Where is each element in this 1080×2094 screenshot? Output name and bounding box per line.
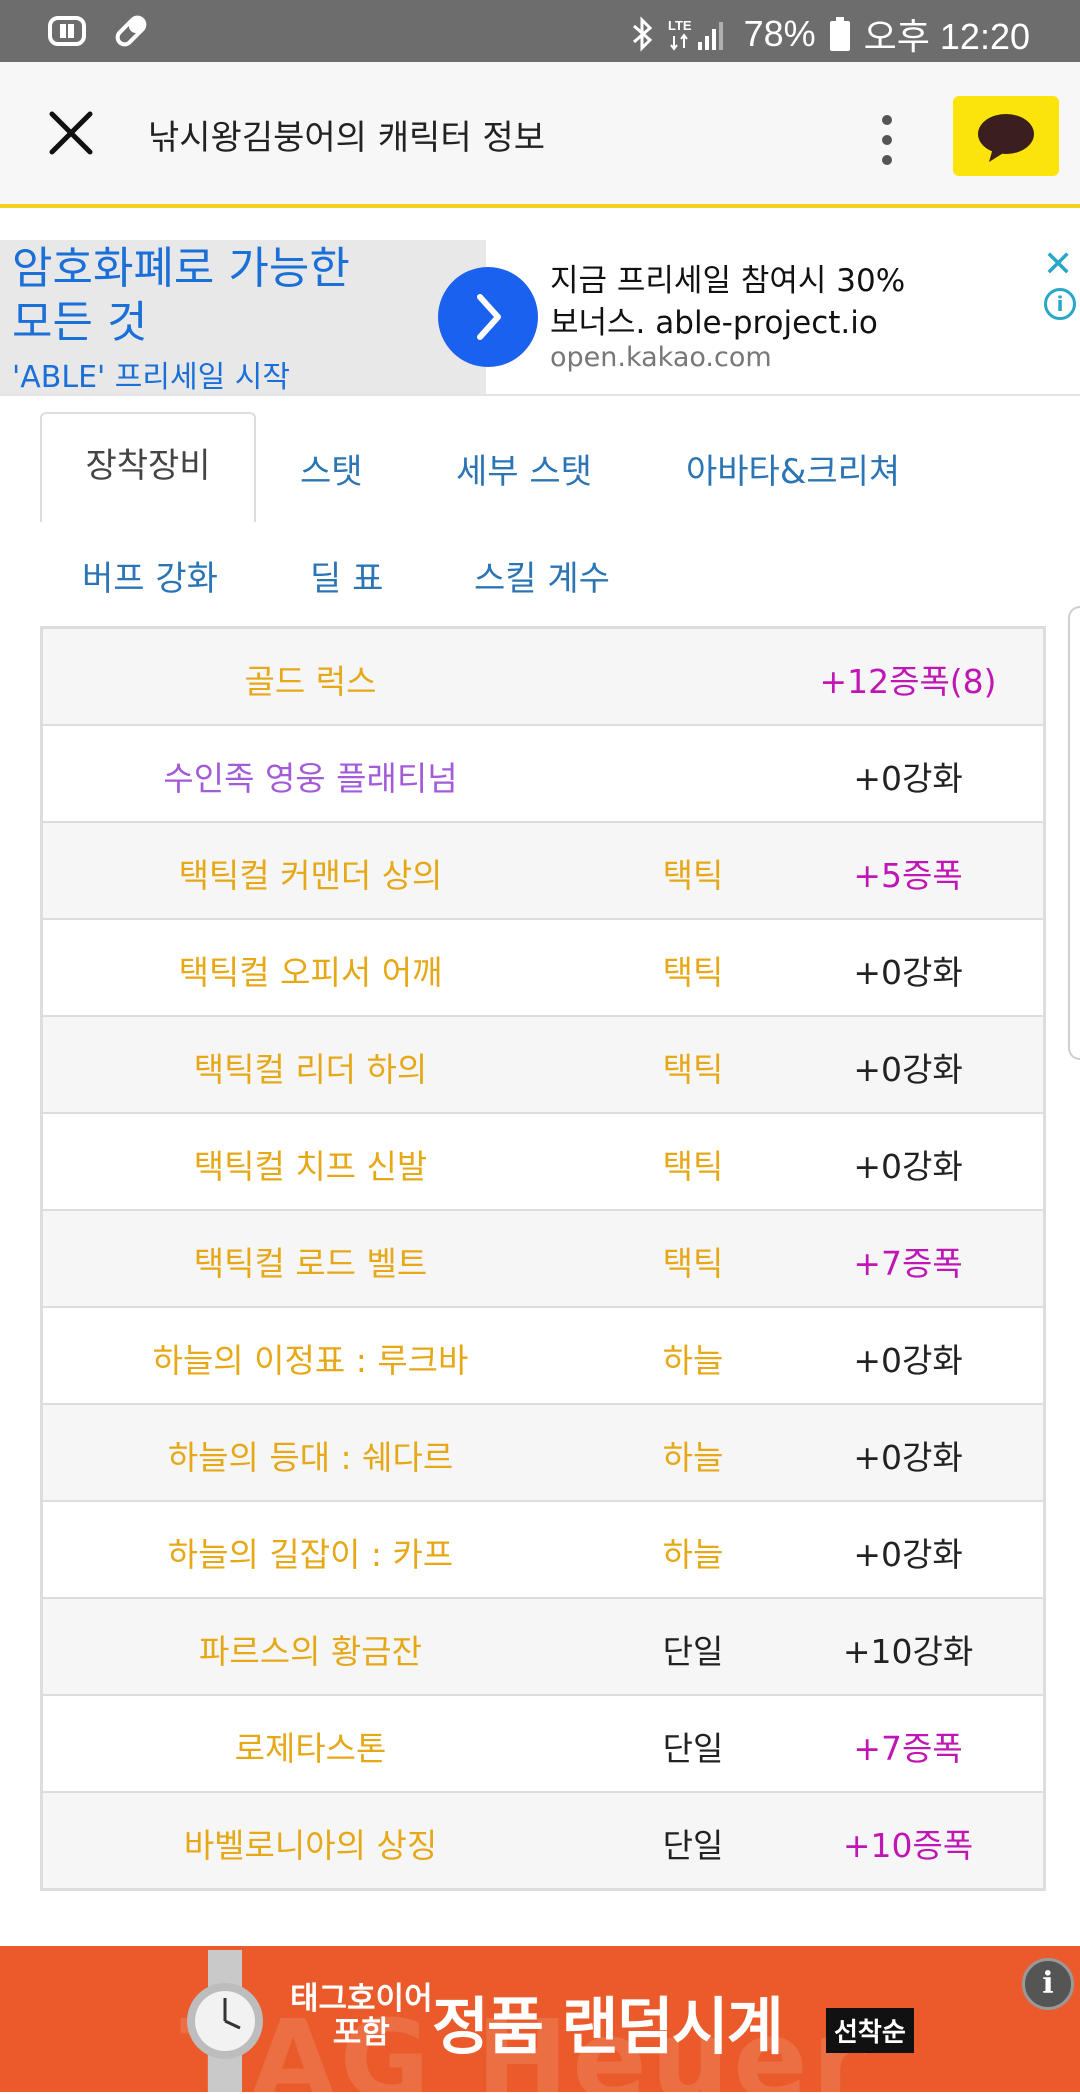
item-enhancement: +7증폭 xyxy=(853,1729,963,1768)
watch-icon xyxy=(187,1950,263,2092)
ad-banner[interactable]: 암호화폐로 가능한 모든 것 'ABLE' 프리세일 시작 지금 프리세일 참여… xyxy=(0,240,1080,396)
item-name[interactable]: 택틱컬 리더 하의 xyxy=(43,1043,578,1091)
item-set: 택틱 xyxy=(662,1147,724,1186)
item-set: 단일 xyxy=(662,1729,724,1768)
item-enhancement: +0강화 xyxy=(853,953,963,992)
status-bar: LTE 78% 오후 12:20 xyxy=(0,0,1080,62)
item-enhancement: +5증폭 xyxy=(853,856,963,895)
ad-subline: 'ABLE' 프리세일 시작 xyxy=(12,360,290,395)
item-enhancement: +0강화 xyxy=(853,759,963,798)
item-enhancement: +0강화 xyxy=(853,1535,963,1574)
equipment-table: 골드 럭스 +12증폭(8) 수인족 영웅 플래티넘 +0강화 택틱컬 커맨더 … xyxy=(40,626,1046,1891)
table-row: 택틱컬 치프 신발 택틱 +0강화 xyxy=(43,1114,1043,1211)
item-set: 택틱 xyxy=(662,856,724,895)
table-row: 수인족 영웅 플래티넘 +0강화 xyxy=(43,726,1043,823)
lte-signal-icon: LTE xyxy=(668,18,723,51)
item-enhancement: +12증폭(8) xyxy=(819,662,997,701)
table-row: 로제타스톤 단일 +7증폭 xyxy=(43,1696,1043,1793)
table-row: 바벨로니아의 상징 단일 +10증폭 xyxy=(43,1793,1043,1888)
table-row: 파르스의 황금잔 단일 +10강화 xyxy=(43,1599,1043,1696)
item-set: 단일 xyxy=(662,1632,724,1671)
item-name[interactable]: 택틱컬 치프 신발 xyxy=(43,1140,578,1188)
item-name[interactable]: 하늘의 등대 : 쉐다르 xyxy=(43,1431,578,1479)
item-name[interactable]: 골드 럭스 xyxy=(43,655,578,703)
table-row: 하늘의 이정표 : 루크바 하늘 +0강화 xyxy=(43,1308,1043,1405)
ad-tag-line2: 포함 xyxy=(332,2015,390,2051)
kakaotalk-share-button[interactable] xyxy=(953,96,1059,176)
table-row: 택틱컬 커맨더 상의 택틱 +5증폭 xyxy=(43,823,1043,920)
ad-arrow-button[interactable] xyxy=(438,267,538,367)
app-notification-icon xyxy=(48,16,86,46)
item-enhancement: +7증폭 xyxy=(853,1244,963,1283)
item-set: 택틱 xyxy=(662,953,724,992)
svg-text:LTE: LTE xyxy=(668,18,692,33)
item-enhancement: +0강화 xyxy=(853,1341,963,1380)
ad-headline: 암호화폐로 가능한 모든 것 xyxy=(12,243,350,348)
table-row: 골드 럭스 +12증폭(8) xyxy=(43,629,1043,726)
item-name[interactable]: 파르스의 황금잔 xyxy=(43,1625,578,1673)
ad-close-icon[interactable]: ✕ xyxy=(1043,244,1073,285)
speech-bubble-icon xyxy=(978,114,1034,162)
tab-equipment[interactable]: 장착장비 xyxy=(40,412,256,522)
table-row: 하늘의 등대 : 쉐다르 하늘 +0강화 xyxy=(43,1405,1043,1502)
tab-stats[interactable]: 스탯 xyxy=(300,444,363,493)
page-title: 낚시왕김붕어의 캐릭터 정보 xyxy=(148,118,545,158)
scroll-indicator[interactable] xyxy=(1068,606,1080,1060)
item-set: 단일 xyxy=(662,1826,724,1865)
ad-main-text: 정품 랜덤시계 xyxy=(432,1990,784,2063)
item-name[interactable]: 택틱컬 로드 벨트 xyxy=(43,1237,578,1285)
table-row: 하늘의 길잡이 : 카프 하늘 +0강화 xyxy=(43,1502,1043,1599)
tab-detail-stats[interactable]: 세부 스탯 xyxy=(456,444,592,493)
item-set: 하늘 xyxy=(662,1535,724,1574)
ad-body-text: 지금 프리세일 참여시 30% 보너스. able-project.io xyxy=(550,263,906,341)
bottom-ad-banner[interactable]: TAG Heuer 태그호이어 포함 정품 랜덤시계 선착순 i xyxy=(0,1946,1080,2092)
ad-tag-text: 태그호이어 포함 xyxy=(290,1982,433,2050)
item-name[interactable]: 하늘의 이정표 : 루크바 xyxy=(43,1334,578,1382)
tab-avatar-creature[interactable]: 아바타&크리쳐 xyxy=(686,444,900,493)
item-enhancement: +0강화 xyxy=(853,1050,963,1089)
more-options-icon[interactable] xyxy=(872,112,902,168)
ad-left-panel: 암호화폐로 가능한 모든 것 'ABLE' 프리세일 시작 xyxy=(0,240,486,395)
item-name[interactable]: 택틱컬 커맨더 상의 xyxy=(43,849,578,897)
item-enhancement: +0강화 xyxy=(853,1147,963,1186)
item-enhancement: +10증폭 xyxy=(842,1826,974,1865)
tab-buff-enhance[interactable]: 버프 강화 xyxy=(82,551,218,600)
pill-icon xyxy=(115,15,147,47)
item-name[interactable]: 로제타스톤 xyxy=(43,1722,578,1770)
item-set: 택틱 xyxy=(662,1244,724,1283)
close-icon[interactable] xyxy=(46,108,96,158)
battery-icon xyxy=(829,17,850,51)
ad-badge: 선착순 xyxy=(826,2008,914,2053)
item-set: 택틱 xyxy=(662,1050,724,1089)
ad-info-icon[interactable]: i xyxy=(1044,288,1076,320)
clock: 오후 12:20 xyxy=(863,16,1030,57)
chevron-right-icon xyxy=(477,294,501,340)
ad-info-icon[interactable]: i xyxy=(1022,1958,1074,2010)
table-row: 택틱컬 로드 벨트 택틱 +7증폭 xyxy=(43,1211,1043,1308)
bluetooth-icon xyxy=(632,16,652,52)
tab-skill-coefficient[interactable]: 스킬 계수 xyxy=(474,551,610,600)
ad-tag-line1: 태그호이어 xyxy=(290,1981,433,2017)
table-row: 택틱컬 리더 하의 택틱 +0강화 xyxy=(43,1017,1043,1114)
table-row: 택틱컬 오피서 어깨 택틱 +0강화 xyxy=(43,920,1043,1017)
item-name[interactable]: 바벨로니아의 상징 xyxy=(43,1819,578,1867)
item-name[interactable]: 수인족 영웅 플래티넘 xyxy=(43,752,578,800)
item-set: 하늘 xyxy=(662,1438,724,1477)
item-enhancement: +0강화 xyxy=(853,1438,963,1477)
battery-percent: 78% xyxy=(743,13,816,54)
app-header: 낚시왕김붕어의 캐릭터 정보 xyxy=(0,62,1080,208)
item-set: 하늘 xyxy=(662,1341,724,1380)
item-name[interactable]: 택틱컬 오피서 어깨 xyxy=(43,946,578,994)
item-name[interactable]: 하늘의 길잡이 : 카프 xyxy=(43,1528,578,1576)
ad-domain: open.kakao.com xyxy=(550,342,772,373)
tab-damage-table[interactable]: 딜 표 xyxy=(310,551,383,600)
item-enhancement: +10강화 xyxy=(842,1632,974,1671)
